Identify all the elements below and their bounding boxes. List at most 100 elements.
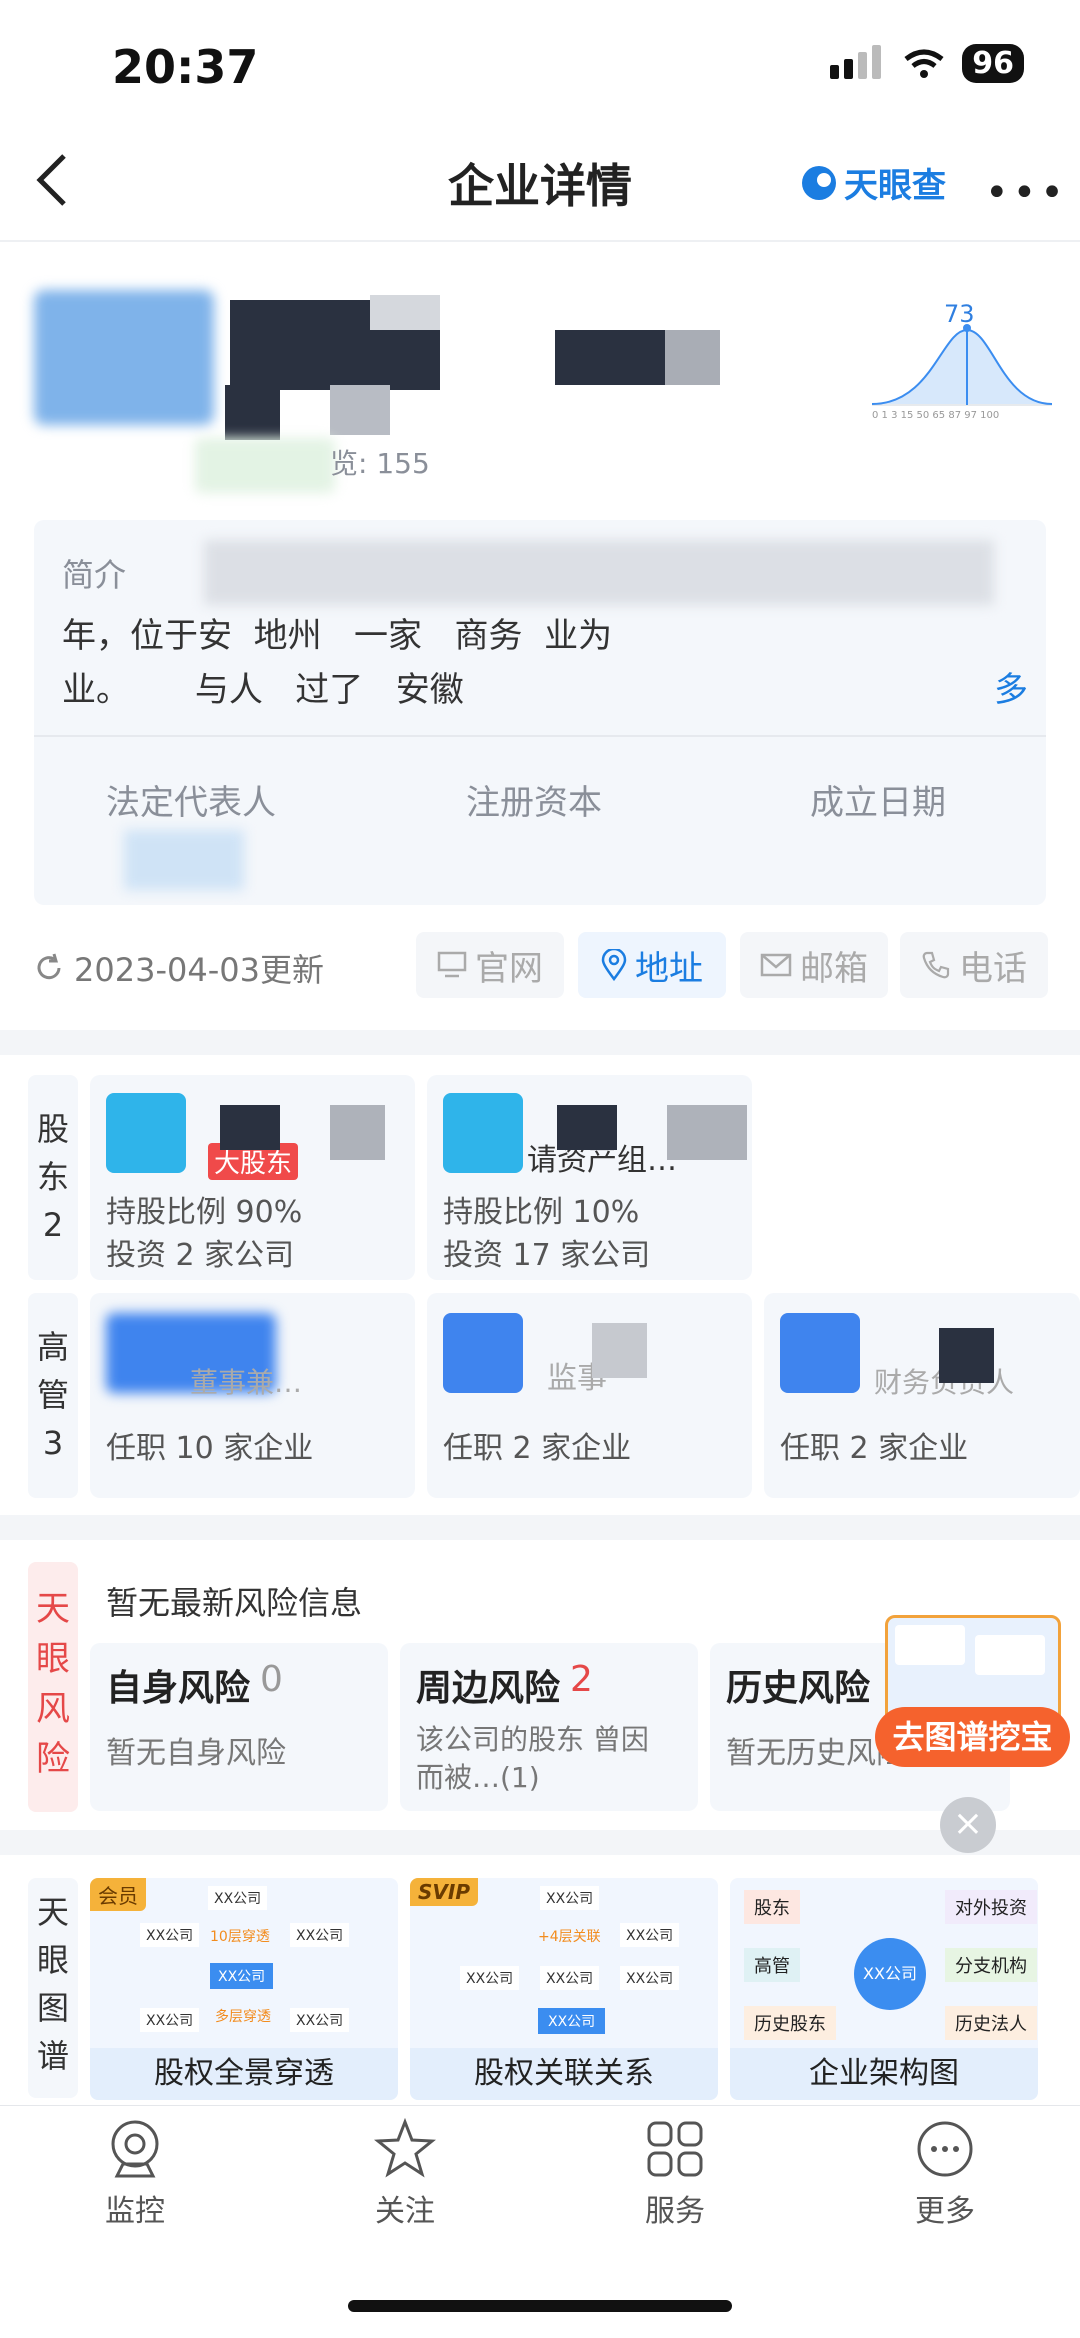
graph-card-title: 企业架构图 bbox=[730, 2048, 1038, 2100]
shareholder-card[interactable]: 请资产组… 持股比例 10% 投资 17 家公司 bbox=[427, 1075, 752, 1280]
graph-node: 股东 bbox=[744, 1890, 800, 1924]
graph-node: XX公司 bbox=[140, 1923, 200, 1947]
graph-node: XX公司 bbox=[290, 1923, 350, 1947]
graph-card-title: 股权全景穿透 bbox=[90, 2048, 398, 2100]
graph-node: 历史股东 bbox=[744, 2006, 836, 2040]
redacted-block bbox=[330, 385, 390, 435]
investment-count: 投资 17 家公司 bbox=[443, 1238, 651, 1273]
mail-icon bbox=[760, 953, 792, 977]
executive-card[interactable]: 财务负责人 任职 2 家企业 bbox=[764, 1293, 1080, 1498]
graph-node: XX公司 bbox=[290, 2008, 350, 2032]
redacted-block bbox=[555, 330, 665, 385]
tab-label: 监控 bbox=[105, 2194, 165, 2229]
risk-title: 自身风险 bbox=[106, 1668, 251, 1709]
tianyancha-logo-icon bbox=[802, 165, 836, 200]
graph-card-penetration[interactable]: 会员 XX公司 10层穿透 XX公司 XX公司 XX公司 XX公司 多层穿透 X… bbox=[90, 1878, 398, 2100]
shareholder-card[interactable]: 大股东 持股比例 90% 投资 2 家公司 bbox=[90, 1075, 415, 1280]
graph-node: 对外投资 bbox=[945, 1890, 1037, 1924]
risk-count: 2 bbox=[570, 1659, 593, 1700]
member-badge: 会员 bbox=[90, 1878, 146, 1911]
redacted-block bbox=[124, 830, 244, 890]
redacted-block bbox=[592, 1323, 647, 1378]
date-label: 成立日期 bbox=[810, 783, 946, 823]
promo-illustration bbox=[895, 1625, 965, 1665]
holding-ratio: 持股比例 10% bbox=[443, 1195, 640, 1230]
close-icon[interactable]: × bbox=[940, 1797, 996, 1853]
capital-label: 注册资本 bbox=[466, 783, 602, 823]
brand-logo[interactable]: 天眼查 bbox=[800, 158, 946, 207]
more-menu-icon[interactable]: ••• bbox=[985, 170, 1068, 216]
update-row: 2023-04-03更新 bbox=[34, 945, 324, 991]
shareholder-avatar bbox=[443, 1093, 523, 1173]
tab-service[interactable]: 服务 bbox=[620, 2118, 730, 2230]
tab-monitor[interactable]: 监控 bbox=[80, 2118, 190, 2230]
executive-card[interactable]: 监事 任职 2 家企业 bbox=[427, 1293, 752, 1498]
website-label: 官网 bbox=[475, 948, 543, 989]
redacted-block bbox=[330, 1105, 385, 1160]
score-ticks: 0 1 3 15 50 65 87 97 100 bbox=[872, 410, 1000, 421]
legal-rep-label: 法定代表人 bbox=[106, 783, 276, 823]
status-time: 20:37 bbox=[112, 40, 259, 94]
graph-node: XX公司 bbox=[540, 1966, 600, 1990]
intro-more-link[interactable]: 多 bbox=[994, 662, 1028, 711]
score-value: 73 bbox=[944, 300, 975, 328]
executive-serve: 任职 2 家企业 bbox=[780, 1431, 969, 1466]
intro-card[interactable]: 简介 年，位于安 地州 一家 商务 业为 业。 与人 过了 安徽 多 法定代表人… bbox=[34, 520, 1046, 905]
refresh-icon bbox=[37, 953, 61, 980]
executive-role: 董事兼… bbox=[190, 1366, 303, 1399]
wifi-icon bbox=[904, 49, 944, 78]
executive-avatar bbox=[780, 1313, 860, 1393]
redacted-block bbox=[204, 540, 994, 605]
graph-node-center: XX公司 bbox=[538, 2008, 606, 2034]
intro-line: 业。 与人 过了 安徽 bbox=[62, 670, 464, 710]
update-time: 2023-04-03更新 bbox=[74, 951, 324, 989]
monitor-icon bbox=[111, 2120, 159, 2178]
risk-card-around[interactable]: 周边风险 2 该公司的股东 曾因 而被…(1) bbox=[400, 1643, 698, 1811]
intro-label: 简介 bbox=[62, 556, 127, 594]
graph-side-label: 天眼图谱 bbox=[28, 1878, 78, 2098]
redacted-block bbox=[225, 385, 280, 440]
phone-label: 电话 bbox=[959, 948, 1027, 989]
email-button[interactable]: 邮箱 bbox=[740, 932, 888, 998]
signal-icon bbox=[830, 44, 886, 83]
redacted-block bbox=[557, 1105, 617, 1150]
graph-card-structure[interactable]: XX公司 股东 高管 历史股东 对外投资 分支机构 历史法人 企业架构图 bbox=[730, 1878, 1038, 2100]
monitor-icon bbox=[437, 951, 467, 978]
tab-label: 更多 bbox=[915, 2194, 975, 2229]
website-button[interactable]: 官网 bbox=[416, 932, 564, 998]
redacted-block bbox=[939, 1328, 994, 1383]
executive-serve: 任职 2 家企业 bbox=[443, 1431, 632, 1466]
intro-line: 年，位于安 地州 一家 商务 业为 bbox=[62, 616, 613, 656]
graph-promo-float[interactable]: 去图谱挖宝 bbox=[875, 1605, 1070, 1780]
risk-header: 暂无最新风险信息 bbox=[106, 1584, 363, 1622]
tab-follow[interactable]: 关注 bbox=[350, 2118, 460, 2230]
graph-card-relation[interactable]: SVIP XX公司 +4层关联 XX公司 XX公司 XX公司 XX公司 XX公司… bbox=[410, 1878, 718, 2100]
score-chart: 73 0 1 3 15 50 65 87 97 100 bbox=[871, 300, 1053, 425]
svip-badge: SVIP bbox=[410, 1878, 478, 1906]
tab-more[interactable]: 更多 bbox=[890, 2118, 1000, 2230]
divider bbox=[0, 240, 1080, 242]
email-label: 邮箱 bbox=[800, 948, 868, 989]
graph-node: XX公司 bbox=[620, 1966, 680, 1990]
home-indicator bbox=[348, 2300, 732, 2312]
graph-card-title: 股权关联关系 bbox=[410, 2048, 718, 2100]
graph-node: XX公司 bbox=[140, 2008, 200, 2032]
graph-node: XX公司 bbox=[208, 1886, 268, 1910]
graph-node-center: XX公司 bbox=[854, 1938, 926, 2010]
more-icon bbox=[917, 2121, 973, 2177]
executive-card[interactable]: 董事兼… 任职 10 家企业 bbox=[90, 1293, 415, 1498]
investment-count: 投资 2 家公司 bbox=[106, 1238, 295, 1273]
redacted-block bbox=[370, 295, 440, 330]
executives-label: 高管3 bbox=[28, 1293, 78, 1498]
graph-node: 10层穿透 bbox=[210, 1929, 270, 1945]
phone-button[interactable]: 电话 bbox=[900, 932, 1048, 998]
risk-title: 历史风险 bbox=[726, 1668, 871, 1709]
shareholders-label: 股东2 bbox=[28, 1075, 78, 1280]
risk-desc: 暂无自身风险 bbox=[106, 1736, 286, 1771]
risk-card-self[interactable]: 自身风险 0 暂无自身风险 bbox=[90, 1643, 388, 1811]
executive-avatar bbox=[443, 1313, 523, 1393]
browse-count: 览: 155 bbox=[330, 447, 430, 480]
phone-icon bbox=[922, 951, 950, 979]
address-button[interactable]: 地址 bbox=[578, 932, 726, 998]
promo-illustration bbox=[975, 1635, 1045, 1675]
